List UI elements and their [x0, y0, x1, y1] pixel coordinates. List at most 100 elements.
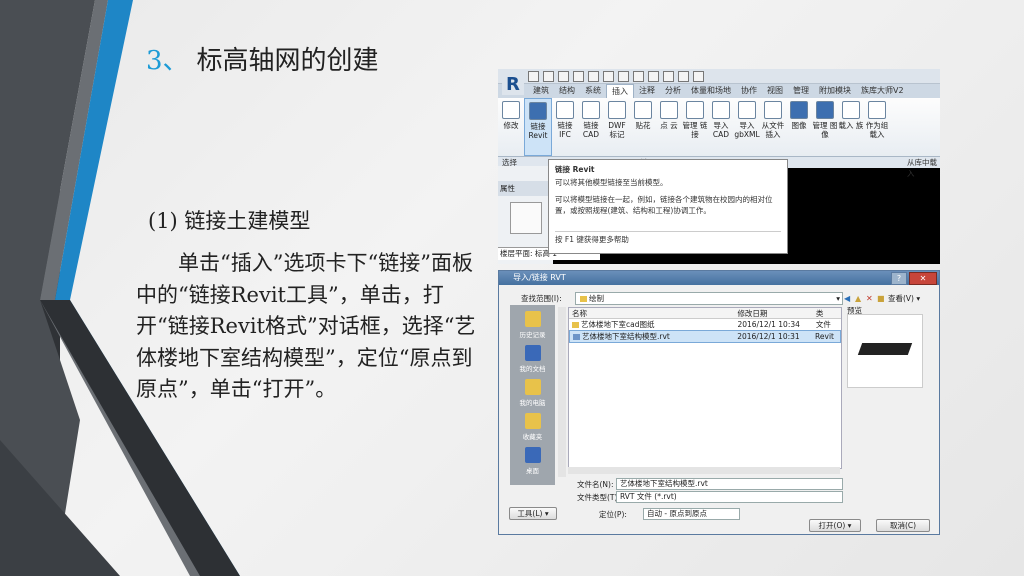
dialog-title: 导入/链接 RVT [513, 273, 566, 282]
tab-3[interactable]: 插入 [606, 84, 634, 98]
dialog-toolbar: ◀ ▲ ✕ ■ 查看(V) ▾ [844, 293, 920, 304]
redo-icon[interactable] [588, 70, 599, 82]
help-button[interactable]: ? [891, 272, 907, 285]
tooltip-title: 链接 Revit [555, 165, 595, 174]
measure-icon[interactable] [618, 70, 629, 82]
import-gbxml-button[interactable]: 导入 gbXML [734, 98, 760, 156]
folder-icon [572, 322, 579, 328]
place-computer[interactable]: 我的电脑 [510, 379, 555, 407]
decal-icon [634, 101, 652, 119]
dwf-markup-button[interactable]: DWF 标记 [604, 98, 630, 156]
file-list-scrollbar[interactable] [568, 467, 840, 474]
link-cad-button[interactable]: 链接 CAD [578, 98, 604, 156]
tab-7[interactable]: 协作 [736, 84, 762, 98]
open-icon[interactable] [528, 70, 539, 82]
delete-icon[interactable]: ✕ [866, 294, 874, 303]
image-icon [790, 101, 808, 119]
col-name[interactable]: 名称 [569, 308, 734, 318]
desktop-icon [524, 447, 541, 463]
place-documents[interactable]: 我的文档 [510, 345, 555, 373]
file-row-folder[interactable]: 艺体楼地下室cad图纸 2016/12/1 10:34 文件 [569, 319, 841, 330]
button-label: 链接 IFC [557, 121, 573, 139]
print-icon[interactable] [603, 70, 614, 82]
place-favorites[interactable]: 收藏夹 [510, 413, 555, 441]
close-button[interactable]: ✕ [909, 272, 937, 285]
ribbon-tabs: 建筑 结构 系统 插入 注释 分析 体量和场地 协作 视图 管理 附加模块 族库大师V2 [498, 84, 940, 98]
undo-icon[interactable] [573, 70, 584, 82]
button-label: 导入 CAD [712, 121, 730, 139]
tab-0[interactable]: 建筑 [528, 84, 554, 98]
load-family-button[interactable]: 载入 族 [838, 98, 864, 156]
save-icon[interactable] [543, 70, 554, 82]
up-folder-icon[interactable]: ▲ [855, 294, 863, 303]
cancel-button[interactable]: 取消(C) [876, 519, 930, 532]
filename-input[interactable]: 艺体楼地下室结构模型.rvt [616, 478, 843, 490]
link-cad-icon [582, 101, 600, 119]
insert-from-file-button[interactable]: 从文件 插入 [760, 98, 786, 156]
tools-button[interactable]: 工具(L) ▾ [509, 507, 557, 520]
link-revit-button[interactable]: 链接 Revit [524, 98, 552, 156]
favorites-icon [524, 413, 541, 429]
file-row-rvt[interactable]: 艺体楼地下室结构模型.rvt 2016/12/1 10:31 Revit [569, 330, 841, 343]
tab-9[interactable]: 管理 [788, 84, 814, 98]
chevron-down-icon[interactable]: ▾ [836, 293, 842, 304]
position-label: 定位(P): [599, 510, 627, 519]
link-revit-icon [529, 102, 547, 120]
thin-lines-icon[interactable] [678, 70, 689, 82]
slide-title: 3、 标高轴网的创建 [146, 40, 379, 77]
import-cad-button[interactable]: 导入 CAD [708, 98, 734, 156]
new-folder-icon[interactable]: ■ [877, 294, 885, 303]
tab-11[interactable]: 族库大师V2 [856, 84, 909, 98]
manage-links-button[interactable]: 管理 链接 [682, 98, 708, 156]
col-date[interactable]: 修改日期 [734, 308, 812, 318]
title-text: 标高轴网的创建 [196, 46, 379, 76]
sync-icon[interactable] [558, 70, 569, 82]
place-history[interactable]: 历史记录 [510, 311, 555, 339]
places-scrollbar[interactable] [558, 307, 566, 477]
3d-view-icon[interactable] [648, 70, 659, 82]
preview-pane [847, 314, 923, 388]
point-cloud-button[interactable]: 点 云 [656, 98, 682, 156]
documents-icon [524, 345, 541, 361]
tab-4[interactable]: 注释 [634, 84, 660, 98]
rvt-file-icon [573, 334, 580, 340]
image-button[interactable]: 图像 [786, 98, 812, 156]
open-button[interactable]: 打开(O) ▾ [809, 519, 861, 532]
text-icon[interactable] [633, 70, 644, 82]
view-menu[interactable]: 查看(V) ▾ [888, 293, 920, 304]
building-preview-image [857, 343, 913, 355]
tab-5[interactable]: 分析 [660, 84, 686, 98]
place-desktop[interactable]: 桌面 [510, 447, 555, 475]
switch-windows-icon[interactable] [693, 70, 704, 82]
back-icon[interactable]: ◀ [844, 294, 852, 303]
link-ifc-button[interactable]: 链接 IFC [552, 98, 578, 156]
tab-2[interactable]: 系统 [580, 84, 606, 98]
body-paragraph: 单击“插入”选项卡下“链接”面板中的“链接Revit工具”，单击，打开“链接Re… [136, 251, 476, 401]
tab-6[interactable]: 体量和场地 [686, 84, 736, 98]
tab-1[interactable]: 结构 [554, 84, 580, 98]
manage-images-button[interactable]: 管理 图像 [812, 98, 838, 156]
tab-10[interactable]: 附加模块 [814, 84, 856, 98]
button-label: 修改 [503, 121, 519, 130]
tooltip-line2: 可以将模型链接在一起，例如，链接各个建筑物在校园内的相对位置，或按照规程(建筑、… [555, 195, 773, 215]
button-label: 图像 [791, 121, 807, 130]
load-as-group-icon [868, 101, 886, 119]
decal-button[interactable]: 贴花 [630, 98, 656, 156]
lookin-dropdown[interactable]: 绘制 ▾ [575, 292, 843, 305]
file-list-header: 名称 修改日期 类 [569, 308, 841, 319]
load-as-group-button[interactable]: 作为组 载入 [864, 98, 890, 156]
tab-8[interactable]: 视图 [762, 84, 788, 98]
section-icon[interactable] [663, 70, 674, 82]
button-label: 贴花 [635, 121, 651, 130]
filetype-select[interactable]: RVT 文件 (*.rvt) [616, 491, 843, 503]
tooltip-line1: 可以将其他模型链接至当前模型。 [555, 178, 668, 187]
import-gbxml-icon [738, 101, 756, 119]
revit-logo-icon[interactable]: R [502, 71, 524, 95]
col-type[interactable]: 类 [813, 308, 841, 318]
button-label: 管理 链接 [682, 121, 708, 139]
point-cloud-icon [660, 101, 678, 119]
type-selector-icon[interactable] [509, 202, 542, 234]
position-select[interactable]: 自动 - 原点到原点 [643, 508, 740, 520]
link-revit-tooltip: 链接 Revit 可以将其他模型链接至当前模型。 可以将模型链接在一起，例如，链… [548, 159, 788, 254]
modify-button[interactable]: 修改 [498, 98, 524, 156]
